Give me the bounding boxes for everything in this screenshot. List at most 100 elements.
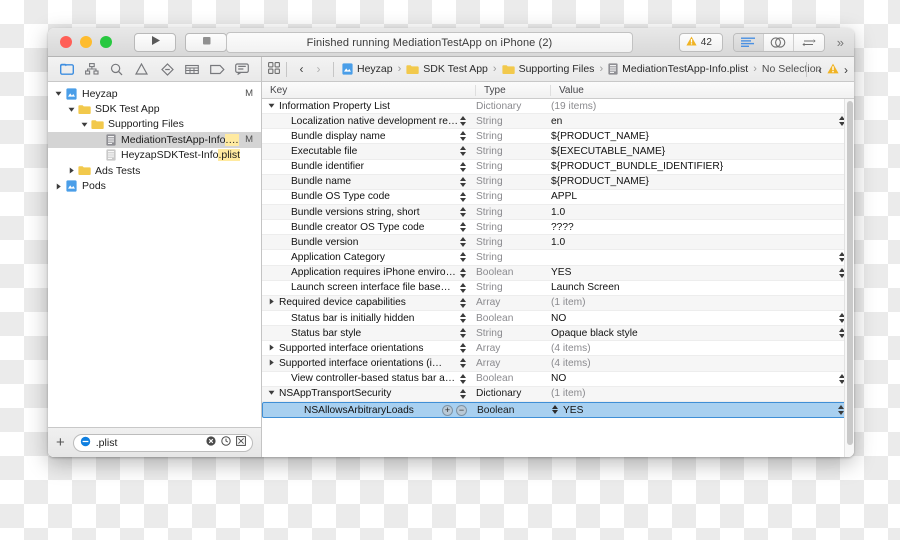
table-row[interactable]: Bundle creator OS Type code String???? bbox=[262, 220, 854, 236]
cell-value[interactable]: ${PRODUCT_BUNDLE_IDENTIFIER} bbox=[551, 161, 854, 172]
key-type-stepper[interactable] bbox=[458, 221, 467, 234]
add-file-button[interactable]: + bbox=[56, 435, 65, 450]
breadcrumb-item-sdk-test-app[interactable]: SDK Test App bbox=[404, 63, 490, 75]
table-row[interactable]: Bundle identifier String ${PRODUCT_BUNDLE_… bbox=[262, 159, 854, 175]
table-row[interactable]: Status bar style String Opaque black style bbox=[262, 326, 854, 342]
cell-key[interactable]: Required device capabilities bbox=[262, 297, 476, 308]
column-header-key[interactable]: Key bbox=[262, 84, 476, 96]
warning-triangle-icon[interactable] bbox=[827, 63, 839, 77]
table-row[interactable]: Supported interface orientations (i… Arra… bbox=[262, 356, 854, 372]
sidebar-item-mediationtestapp-info[interactable]: MediationTestApp-Info.plist M bbox=[48, 132, 261, 148]
minimize-button[interactable] bbox=[80, 36, 92, 48]
cell-type[interactable]: String bbox=[476, 328, 551, 339]
table-row[interactable]: Bundle display name String ${PRODUCT_NAME} bbox=[262, 129, 854, 145]
cell-value[interactable]: en bbox=[551, 116, 854, 127]
test-navigator-button[interactable] bbox=[155, 59, 180, 80]
cell-key[interactable]: Bundle OS Type code bbox=[262, 191, 476, 202]
go-forward-button[interactable]: › bbox=[310, 62, 327, 76]
cell-type[interactable]: String bbox=[476, 176, 551, 187]
go-back-button[interactable]: ‹ bbox=[293, 62, 310, 76]
cell-type[interactable]: Boolean bbox=[476, 313, 551, 324]
cell-key[interactable]: Bundle identifier bbox=[262, 161, 476, 172]
cell-key[interactable]: Application requires iPhone enviro… bbox=[262, 267, 476, 278]
key-type-stepper[interactable] bbox=[458, 130, 467, 143]
project-navigator-button[interactable] bbox=[54, 59, 79, 80]
cell-key[interactable]: Bundle name bbox=[262, 176, 476, 187]
table-row[interactable]: Launch screen interface file base… String… bbox=[262, 280, 854, 296]
cell-value[interactable]: Opaque black style bbox=[551, 328, 854, 339]
cell-value[interactable]: (1 item) bbox=[551, 297, 854, 308]
disclosure-triangle[interactable] bbox=[266, 359, 277, 368]
disclosure-triangle[interactable] bbox=[65, 167, 77, 174]
cell-type[interactable]: String bbox=[476, 237, 551, 248]
cell-value[interactable]: (4 items) bbox=[551, 358, 854, 369]
key-type-stepper[interactable] bbox=[458, 145, 467, 158]
cell-type[interactable]: Array bbox=[476, 358, 551, 369]
cell-type[interactable]: Boolean bbox=[477, 405, 552, 416]
cell-key[interactable]: View controller-based status bar a… bbox=[262, 373, 476, 384]
cell-key[interactable]: Executable file bbox=[262, 146, 476, 157]
maximize-button[interactable] bbox=[100, 36, 112, 48]
sidebar-item-heyzapsdktest-info[interactable]: HeyzapSDKTest-Info.plist bbox=[48, 148, 261, 163]
table-row[interactable]: Bundle OS Type code String APPL bbox=[262, 189, 854, 205]
cell-key[interactable]: Supported interface orientations (i… bbox=[262, 358, 476, 369]
cell-type[interactable]: String bbox=[476, 207, 551, 218]
key-type-stepper[interactable] bbox=[458, 236, 467, 249]
cell-value[interactable]: 1.0 bbox=[551, 237, 854, 248]
cell-key[interactable]: Bundle versions string, short bbox=[262, 207, 476, 218]
disclosure-triangle[interactable] bbox=[266, 344, 277, 353]
cell-value[interactable]: 1.0 bbox=[551, 207, 854, 218]
key-type-stepper[interactable] bbox=[458, 190, 467, 203]
disclosure-triangle[interactable] bbox=[266, 298, 277, 307]
key-type-stepper[interactable] bbox=[458, 251, 467, 264]
issue-previous-button[interactable]: ‹ bbox=[818, 63, 822, 77]
related-items-icon[interactable] bbox=[268, 61, 280, 77]
breakpoint-navigator-button[interactable] bbox=[205, 59, 230, 80]
project-navigator-tree[interactable]: Heyzap M SDK Test App Supporting Files Me… bbox=[48, 82, 261, 427]
key-type-stepper[interactable] bbox=[458, 281, 467, 294]
table-row[interactable]: Localization native development re… Strin… bbox=[262, 114, 854, 130]
key-type-stepper[interactable] bbox=[458, 327, 467, 340]
source-control-icon[interactable] bbox=[236, 436, 246, 449]
disclosure-triangle[interactable] bbox=[65, 106, 77, 113]
disclosure-triangle[interactable] bbox=[266, 102, 277, 111]
key-type-stepper[interactable] bbox=[458, 160, 467, 173]
cell-type[interactable]: String bbox=[476, 161, 551, 172]
disclosure-triangle[interactable] bbox=[78, 121, 90, 128]
cell-type[interactable]: Dictionary bbox=[476, 101, 551, 112]
cell-type[interactable]: String bbox=[476, 252, 551, 263]
key-type-stepper[interactable] bbox=[458, 115, 467, 128]
scrollbar-thumb[interactable] bbox=[847, 101, 853, 445]
key-type-stepper[interactable] bbox=[458, 296, 467, 309]
filter-scope-icon[interactable] bbox=[80, 436, 91, 450]
report-navigator-button[interactable] bbox=[230, 59, 255, 80]
find-navigator-button[interactable] bbox=[104, 59, 129, 80]
cell-key[interactable]: Localization native development re… bbox=[262, 116, 476, 127]
table-row[interactable]: NSAppTransportSecurity Dictionary (1 item) bbox=[262, 386, 854, 402]
toolbar-overflow-button[interactable]: » bbox=[835, 35, 844, 50]
table-row[interactable]: Bundle version String 1.0 bbox=[262, 235, 854, 251]
column-header-type[interactable]: Type bbox=[476, 84, 551, 96]
cell-type[interactable]: String bbox=[476, 191, 551, 202]
close-button[interactable] bbox=[60, 36, 72, 48]
clear-icon[interactable] bbox=[206, 436, 216, 449]
breadcrumb-item-mediationtestapp-info-plist[interactable]: MediationTestApp-Info.plist bbox=[606, 63, 750, 75]
table-row[interactable]: NSAllowsArbitraryLoads + − Boolean YES bbox=[262, 401, 854, 419]
cell-key[interactable]: NSAllowsArbitraryLoads + − bbox=[263, 404, 477, 416]
table-row[interactable]: View controller-based status bar a… Boole… bbox=[262, 371, 854, 387]
key-type-stepper[interactable] bbox=[458, 206, 467, 219]
cell-value[interactable]: NO bbox=[551, 373, 854, 384]
cell-key[interactable]: Status bar is initially hidden bbox=[262, 313, 476, 324]
plist-rows[interactable]: Information Property List Dictionary (19 i… bbox=[262, 99, 854, 457]
cell-value[interactable]: (4 items) bbox=[551, 343, 854, 354]
cell-type[interactable]: String bbox=[476, 116, 551, 127]
sidebar-item-pods[interactable]: Pods bbox=[48, 178, 261, 193]
cell-value[interactable]: YES bbox=[551, 267, 854, 278]
breadcrumb-item-supporting-files[interactable]: Supporting Files bbox=[500, 63, 597, 75]
cell-value[interactable]: ${PRODUCT_NAME} bbox=[551, 176, 854, 187]
column-header-value[interactable]: Value bbox=[551, 85, 854, 96]
table-row[interactable]: Executable file String ${EXECUTABLE_NAME} bbox=[262, 144, 854, 160]
key-type-stepper[interactable] bbox=[458, 266, 467, 279]
sidebar-item-ads-tests[interactable]: Ads Tests bbox=[48, 163, 261, 178]
clock-icon[interactable] bbox=[221, 436, 231, 449]
